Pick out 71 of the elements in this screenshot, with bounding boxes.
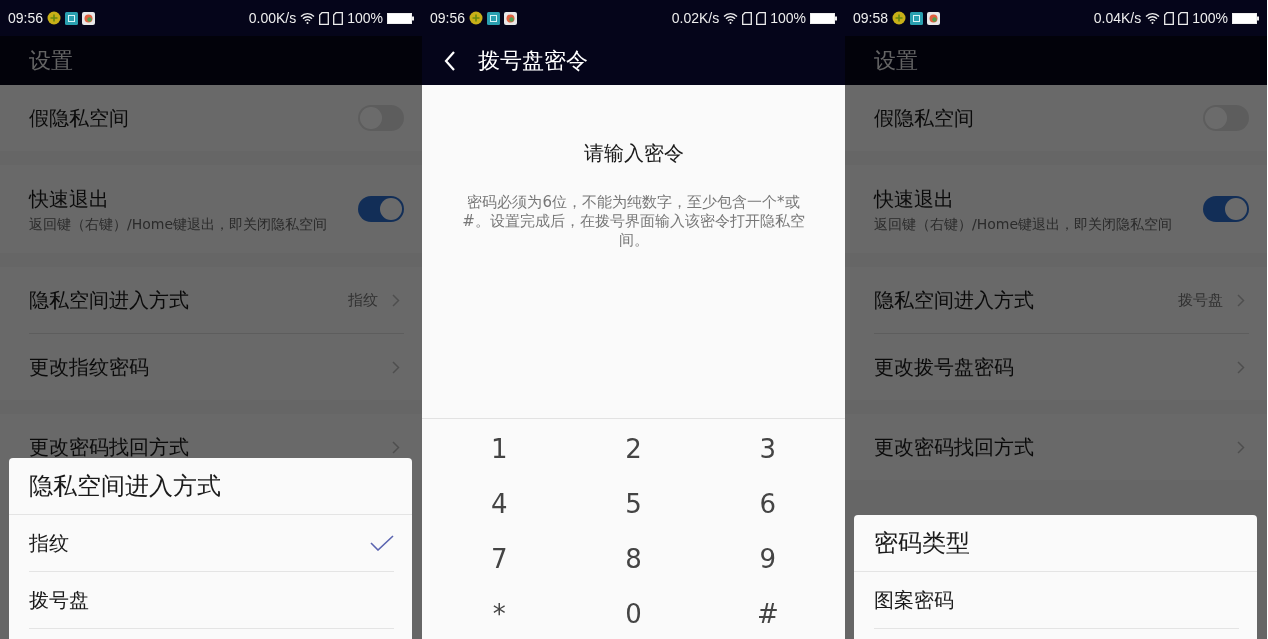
dial-key[interactable]: 4 xyxy=(432,476,567,531)
notification-icon xyxy=(927,11,941,25)
notification-icon xyxy=(487,11,501,25)
dial-key[interactable]: # xyxy=(700,586,835,639)
chevron-icon xyxy=(1237,293,1245,307)
dial-key[interactable]: 5 xyxy=(566,476,701,531)
battery-percent: 100% xyxy=(770,10,806,26)
dial-key[interactable]: 8 xyxy=(566,531,701,586)
chevron-icon xyxy=(1237,360,1245,374)
page-title: 设置 xyxy=(29,46,73,75)
chevron-icon xyxy=(1237,440,1245,454)
setting-label: 假隐私空间 xyxy=(874,104,975,132)
page-title: 拨号盘密令 xyxy=(478,46,588,75)
setting-label: 快速退出 xyxy=(29,185,110,213)
dial-key[interactable]: 0 xyxy=(566,586,701,639)
battery-icon xyxy=(1232,12,1259,24)
sim-card-icon xyxy=(1164,11,1175,25)
status-time: 09:58 xyxy=(853,10,889,26)
sim-card-icon xyxy=(333,11,344,25)
status-time: 09:56 xyxy=(8,10,44,26)
network-speed: 0.04K/s xyxy=(1093,10,1142,26)
dial-key[interactable]: 3 xyxy=(700,421,835,476)
dial-key[interactable]: 1 xyxy=(432,421,567,476)
instruction-text: 密码必须为6位，不能为纯数字，至少包含一个*或#。设置完成后，在拨号界面输入该密令打开隐私空间。 xyxy=(461,193,806,250)
dialog-title: 密码类型 xyxy=(874,528,970,559)
dial-key[interactable]: 9 xyxy=(700,531,835,586)
network-speed: 0.00K/s xyxy=(248,10,297,26)
setting-label: 隐私空间进入方式 xyxy=(29,286,190,314)
wifi-icon xyxy=(300,12,316,24)
setting-label: 更改拨号盘密码 xyxy=(874,353,1015,381)
wifi-icon xyxy=(1145,12,1161,24)
network-speed: 0.02K/s xyxy=(671,10,720,26)
page-title: 设置 xyxy=(874,46,918,75)
chevron-icon xyxy=(392,293,400,307)
setting-label: 假隐私空间 xyxy=(29,104,130,132)
dial-key[interactable]: 7 xyxy=(432,531,567,586)
setting-label: 更改密码找回方式 xyxy=(29,433,190,461)
dial-key[interactable]: 2 xyxy=(566,421,701,476)
prompt-heading: 请输入密令 xyxy=(583,140,684,167)
sim-card-icon xyxy=(1178,11,1189,25)
setting-label: 更改密码找回方式 xyxy=(874,433,1035,461)
notification-icon xyxy=(469,11,484,25)
notification-icon xyxy=(47,11,62,25)
dial-key[interactable]: * xyxy=(432,586,567,639)
battery-icon xyxy=(387,12,414,24)
status-time: 09:56 xyxy=(430,10,466,26)
battery-percent: 100% xyxy=(347,10,383,26)
dialog-option[interactable]: 图案密码 xyxy=(874,572,1239,629)
notification-icon xyxy=(910,11,924,25)
back-icon[interactable] xyxy=(444,50,456,71)
chevron-icon xyxy=(392,440,400,454)
toggle-switch[interactable] xyxy=(358,196,404,222)
notification-icon xyxy=(82,11,96,25)
dialog-option[interactable]: 拨号盘 xyxy=(29,572,394,629)
dial-key[interactable]: 6 xyxy=(700,476,835,531)
chevron-icon xyxy=(392,360,400,374)
battery-percent: 100% xyxy=(1192,10,1228,26)
setting-label: 更改指纹密码 xyxy=(29,353,150,381)
sim-card-icon xyxy=(756,11,767,25)
notification-icon xyxy=(504,11,518,25)
sim-card-icon xyxy=(319,11,330,25)
dialog-title: 隐私空间进入方式 xyxy=(29,471,221,502)
toggle-switch[interactable] xyxy=(1203,196,1249,222)
sim-card-icon xyxy=(742,11,753,25)
setting-label: 隐私空间进入方式 xyxy=(874,286,1035,314)
dialog-option[interactable]: 指纹 xyxy=(29,515,394,572)
setting-label: 快速退出 xyxy=(874,185,955,213)
notification-icon xyxy=(65,11,79,25)
notification-icon xyxy=(892,11,907,25)
wifi-icon xyxy=(723,12,739,24)
battery-icon xyxy=(810,12,837,24)
